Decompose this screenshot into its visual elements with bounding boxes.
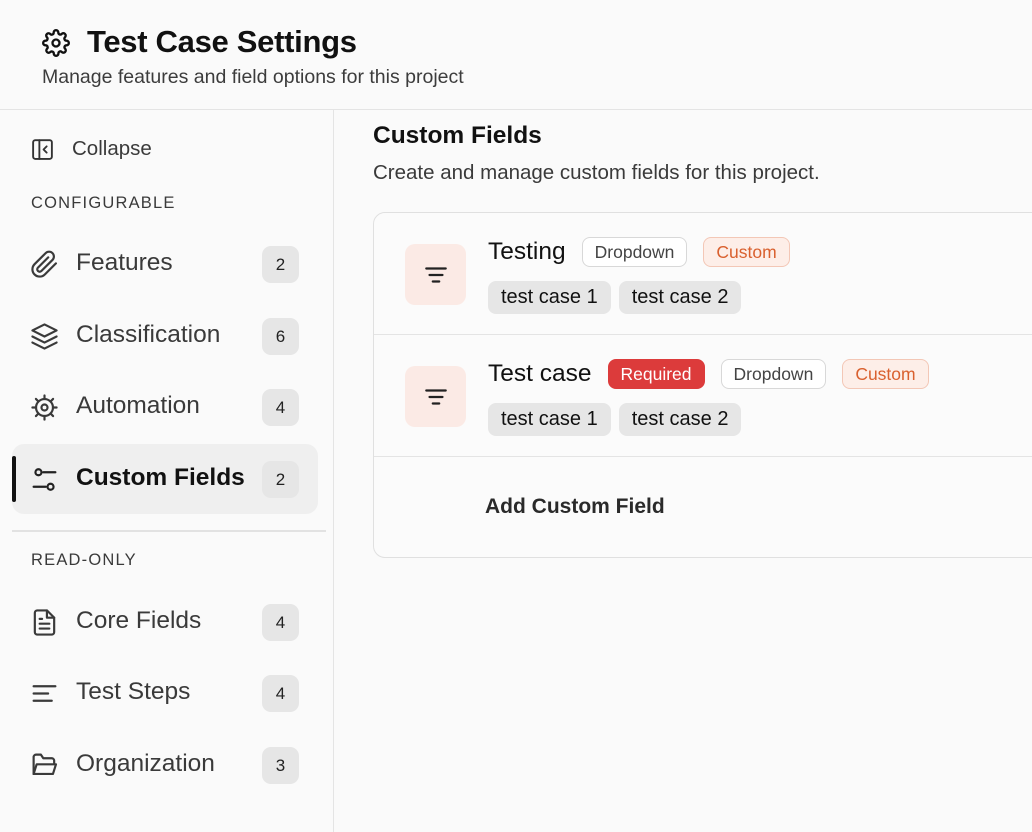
sliders-icon [32, 468, 57, 491]
section-title: Custom Fields [373, 122, 542, 149]
sidebar-item-label: Custom Fields [76, 464, 245, 491]
custom-field-row[interactable]: Test case Required Dropdown Custom test … [374, 335, 1032, 457]
sidebar-item-label: Features [76, 249, 173, 276]
sidebar-item-custom-fields[interactable]: Custom Fields 2 [12, 444, 318, 514]
collapse-button[interactable]: Collapse [30, 134, 152, 164]
sidebar-item-automation[interactable]: Automation 4 [12, 372, 318, 442]
option-chip: test case 2 [618, 281, 742, 314]
page-title: Test Case Settings [87, 24, 357, 59]
filter-icon [424, 388, 447, 405]
sidebar-item-features[interactable]: Features 2 [12, 229, 318, 299]
field-options: test case 1 test case 2 [488, 403, 749, 436]
count-badge: 6 [262, 318, 299, 355]
layers-icon [31, 323, 58, 350]
sidebar-item-label: Classification [76, 321, 221, 348]
count-badge: 2 [262, 246, 299, 283]
collapse-label: Collapse [72, 137, 152, 160]
count-badge: 4 [262, 675, 299, 712]
count-badge: 4 [262, 604, 299, 641]
add-custom-field-button[interactable]: Add Custom Field [374, 457, 1032, 557]
document-icon [33, 609, 56, 636]
gear-icon [42, 29, 70, 57]
page-subtitle: Manage features and field options for th… [42, 66, 464, 88]
type-badge: Dropdown [581, 237, 688, 267]
sidebar-item-classification[interactable]: Classification 6 [12, 301, 318, 371]
required-badge: Required [607, 359, 705, 389]
sidebar-item-label: Organization [76, 750, 215, 777]
section-label-configurable: CONFIGURABLE [31, 194, 176, 212]
option-chip: test case 1 [488, 281, 611, 314]
count-badge: 2 [262, 461, 299, 498]
field-options: test case 1 test case 2 [488, 281, 749, 314]
settings-sidebar: Collapse CONFIGURABLE Features 2 Classif… [0, 110, 334, 832]
field-name: Testing [488, 238, 566, 265]
type-badge: Dropdown [720, 359, 827, 389]
page-header: Test Case Settings Manage features and f… [0, 0, 1032, 110]
custom-field-row[interactable]: Testing Dropdown Custom test case 1 test… [374, 213, 1032, 335]
custom-fields-card: Testing Dropdown Custom test case 1 test… [373, 212, 1032, 558]
count-badge: 4 [262, 389, 299, 426]
sidebar-item-label: Test Steps [76, 678, 191, 705]
sidebar-item-organization[interactable]: Organization 3 [12, 730, 318, 800]
custom-badge: Custom [842, 359, 929, 389]
sidebar-item-test-steps[interactable]: Test Steps 4 [12, 658, 318, 728]
cog-icon [31, 394, 58, 421]
sidebar-collapse-icon [32, 138, 53, 160]
active-indicator [12, 456, 16, 502]
field-name: Test case [488, 360, 592, 387]
filter-icon [424, 266, 447, 283]
section-subtitle: Create and manage custom fields for this… [373, 161, 820, 184]
paperclip-icon [31, 250, 57, 278]
sidebar-item-core-fields[interactable]: Core Fields 4 [12, 587, 318, 657]
option-chip: test case 1 [488, 403, 611, 436]
section-divider [12, 530, 326, 532]
field-header: Test case Required Dropdown Custom [488, 358, 945, 390]
field-icon-container [405, 244, 466, 305]
lines-icon [32, 685, 57, 702]
folder-open-icon [32, 753, 58, 776]
add-custom-field-label: Add Custom Field [485, 495, 665, 518]
option-chip: test case 2 [618, 403, 742, 436]
field-icon-container [405, 366, 466, 427]
section-label-read-only: READ-ONLY [31, 551, 137, 569]
sidebar-item-label: Automation [76, 392, 200, 419]
sidebar-item-label: Core Fields [76, 607, 202, 634]
custom-badge: Custom [703, 237, 790, 267]
count-badge: 3 [262, 747, 299, 784]
field-header: Testing Dropdown Custom [488, 236, 806, 268]
